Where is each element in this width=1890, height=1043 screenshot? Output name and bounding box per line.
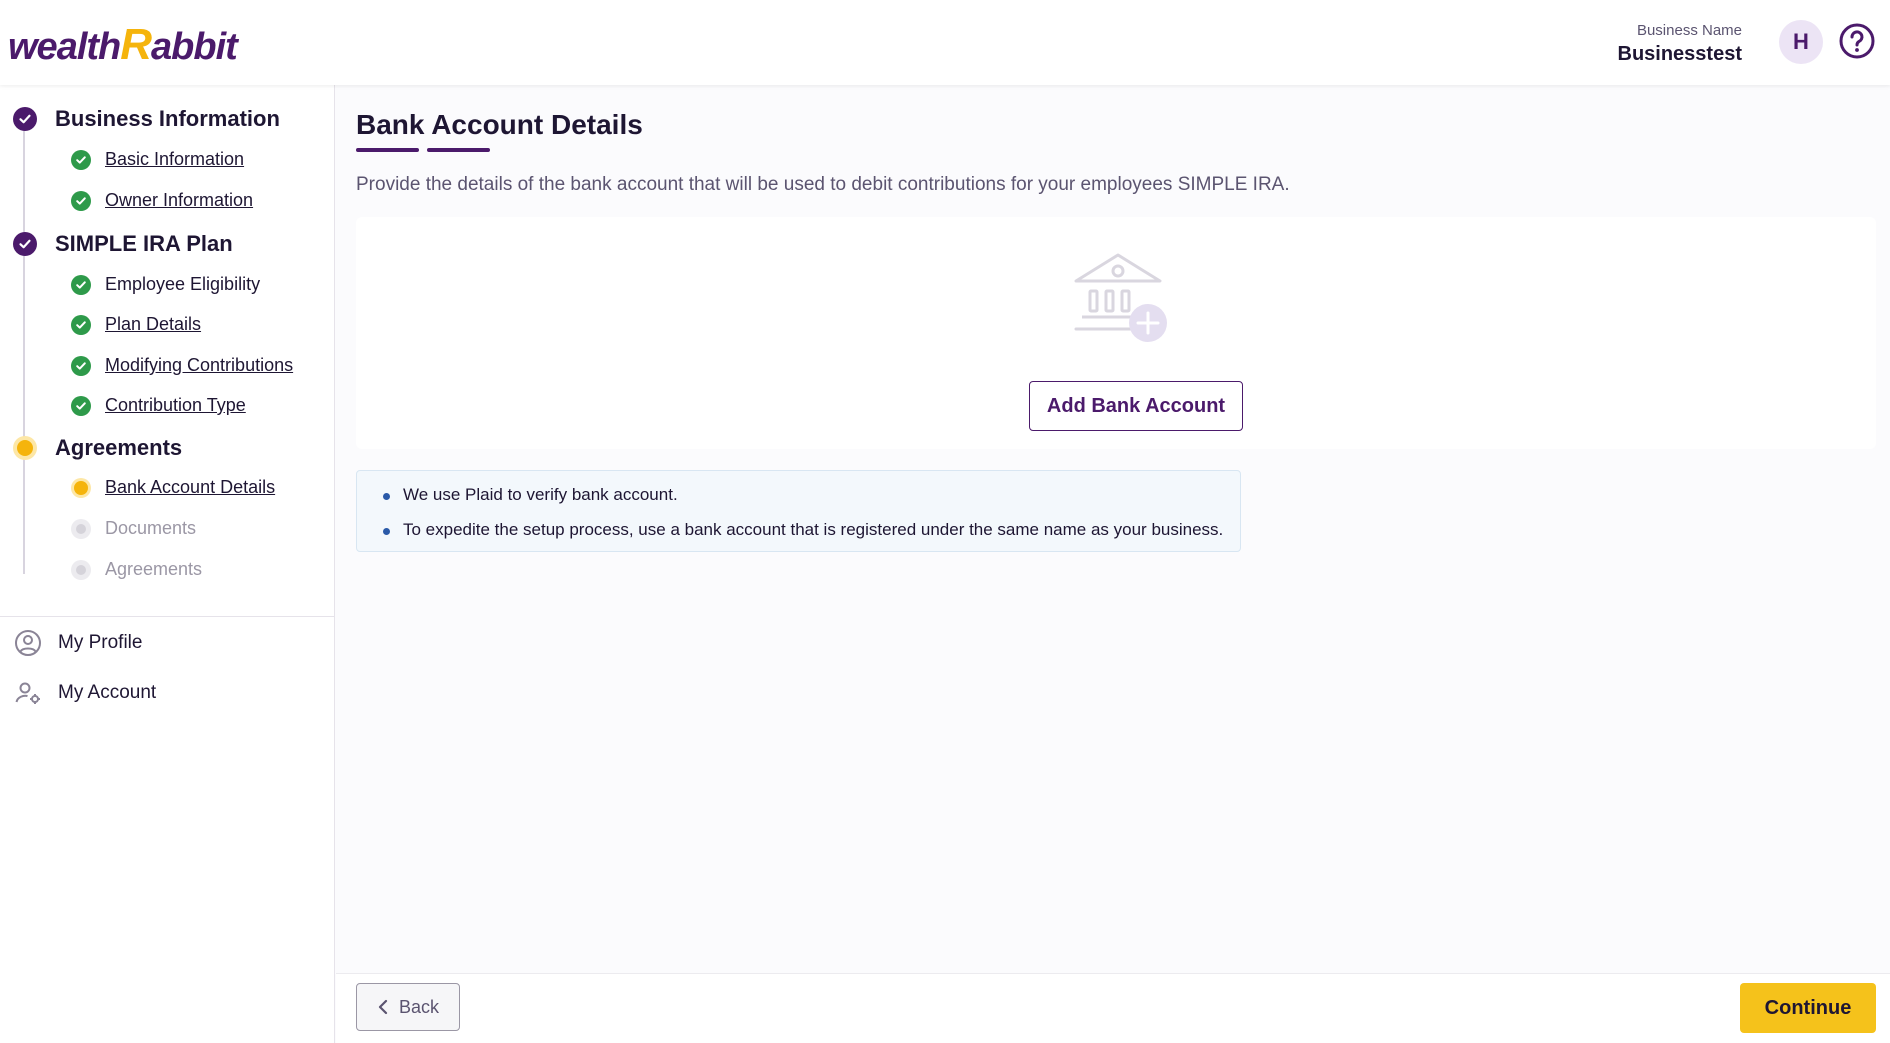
- logo-text-right: abbit: [151, 26, 238, 68]
- step-modifying-contributions[interactable]: Modifying Contributions: [71, 355, 293, 376]
- check-icon: [71, 314, 91, 335]
- page-title: Bank Account Details: [356, 109, 643, 140]
- title-underline: [356, 148, 419, 152]
- step-label[interactable]: Owner Information: [105, 190, 253, 211]
- pending-step-icon: [71, 559, 91, 580]
- bank-add-icon: [1074, 253, 1167, 342]
- step-label[interactable]: Bank Account Details: [105, 477, 275, 498]
- user-gear-icon: [15, 682, 40, 704]
- wealthrabbit-logo[interactable]: wealth Rabbit: [8, 20, 238, 70]
- back-label: Back: [398, 996, 440, 1017]
- chevron-left-icon: [378, 999, 388, 1015]
- info-note-item: We use Plaid to verify bank account.: [383, 485, 1240, 505]
- section-simple-ira-plan[interactable]: SIMPLE IRA Plan: [13, 231, 233, 257]
- step-label[interactable]: Basic Information: [105, 149, 244, 170]
- check-icon: [13, 232, 37, 256]
- current-step-icon: [13, 436, 37, 460]
- business-info: Business Name Businesstest: [1618, 22, 1743, 66]
- add-bank-account-button[interactable]: Add Bank Account: [1029, 381, 1243, 431]
- title-underline: [427, 148, 490, 152]
- info-note-item: To expedite the setup process, use a ban…: [383, 520, 1240, 540]
- logo-text-left: wealth: [8, 26, 121, 68]
- main-content: Bank Account Details Provide the details…: [336, 85, 1890, 973]
- section-title: Agreements: [55, 435, 183, 460]
- step-plan-details[interactable]: Plan Details: [71, 314, 201, 335]
- check-icon: [71, 274, 91, 295]
- step-label: Documents: [105, 518, 197, 538]
- back-button[interactable]: Back: [356, 983, 460, 1031]
- step-label[interactable]: Modifying Contributions: [105, 355, 293, 376]
- step-basic-information[interactable]: Basic Information: [71, 149, 244, 170]
- menu-label: My Profile: [58, 632, 143, 653]
- step-label[interactable]: Employee Eligibility: [105, 274, 260, 295]
- section-business-information[interactable]: Business Information: [13, 106, 280, 132]
- add-bank-card: Add Bank Account: [356, 217, 1876, 449]
- menu-my-account[interactable]: My Account: [14, 679, 156, 707]
- check-icon: [71, 190, 91, 211]
- step-employee-eligibility[interactable]: Employee Eligibility: [71, 274, 260, 295]
- progress-sidebar: Business Information Basic Information O…: [0, 85, 335, 1043]
- check-icon: [71, 395, 91, 416]
- info-notes: We use Plaid to verify bank account. To …: [356, 470, 1241, 552]
- logo-rabbit-r: R: [120, 20, 152, 69]
- top-header: wealth Rabbit Business Name Businesstest …: [0, 0, 1890, 85]
- continue-button[interactable]: Continue: [1740, 983, 1876, 1033]
- step-label[interactable]: Contribution Type: [105, 395, 246, 416]
- step-documents: Documents: [71, 518, 196, 539]
- page-description: Provide the details of the bank account …: [356, 174, 1290, 195]
- current-step-icon: [71, 477, 91, 498]
- footer-bar: Back Continue: [336, 973, 1890, 1043]
- user-circle-icon: [15, 630, 41, 656]
- business-name-label: Business Name: [1636, 22, 1742, 39]
- section-title: SIMPLE IRA Plan: [55, 231, 233, 256]
- step-label: Agreements: [105, 559, 203, 579]
- step-agreements: Agreements: [71, 559, 202, 580]
- business-name-value: Businesstest: [1617, 43, 1743, 65]
- menu-label: My Account: [58, 682, 157, 703]
- step-bank-account-details[interactable]: Bank Account Details: [71, 477, 275, 498]
- step-owner-information[interactable]: Owner Information: [71, 190, 253, 211]
- avatar[interactable]: H: [1779, 20, 1823, 64]
- section-agreements[interactable]: Agreements: [13, 435, 182, 461]
- section-title: Business Information: [55, 106, 280, 131]
- pending-step-icon: [71, 518, 91, 539]
- check-icon: [13, 107, 37, 131]
- progress-line: [23, 119, 25, 574]
- check-icon: [71, 149, 91, 170]
- menu-my-profile[interactable]: My Profile: [14, 629, 142, 657]
- question-circle-icon[interactable]: [1838, 22, 1876, 60]
- sidebar-divider: [0, 616, 335, 617]
- step-contribution-type[interactable]: Contribution Type: [71, 395, 246, 416]
- step-label[interactable]: Plan Details: [105, 314, 201, 335]
- check-icon: [71, 355, 91, 376]
